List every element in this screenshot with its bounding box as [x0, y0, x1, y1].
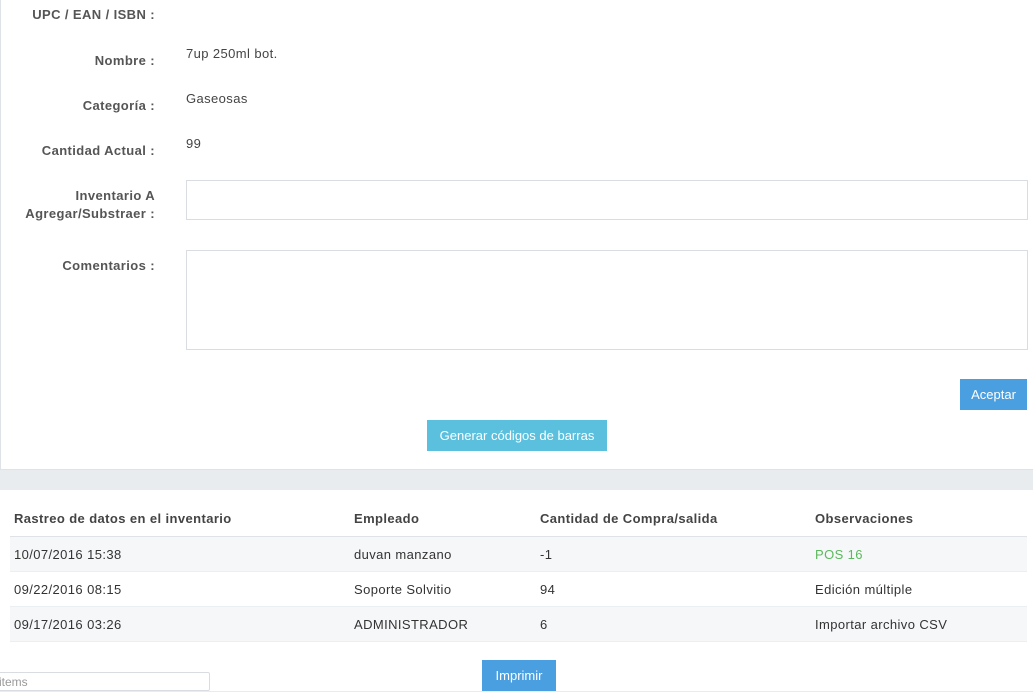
row-employee: Soporte Solvitio — [350, 571, 536, 607]
name-label: Nombre : — [94, 53, 155, 68]
current-quantity-value: 99 — [186, 136, 202, 151]
row-date: 09/22/2016 08:15 — [10, 571, 350, 607]
row-observation: Edición múltiple — [811, 571, 1027, 607]
table-header-row: Rastreo de datos en el inventario Emplea… — [10, 500, 1027, 537]
inventory-tracking-panel: Rastreo de datos en el inventario Emplea… — [0, 490, 1033, 691]
table-row: 09/17/2016 03:26 ADMINISTRADOR 6 Importa… — [10, 606, 1027, 642]
inventory-adjust-input[interactable] — [186, 180, 1028, 220]
print-button[interactable]: Imprimir — [482, 660, 556, 691]
row-quantity: 94 — [536, 571, 811, 607]
inventory-tracking-table: Rastreo de datos en el inventario Emplea… — [10, 500, 1027, 642]
generate-barcodes-button[interactable]: Generar códigos de barras — [427, 420, 607, 451]
column-header-observations: Observaciones — [811, 500, 1027, 537]
row-observation-link[interactable]: POS 16 — [811, 536, 1027, 572]
column-header-tracking: Rastreo de datos en el inventario — [10, 500, 350, 537]
row-employee: ADMINISTRADOR — [350, 606, 536, 642]
items-per-page-input[interactable]: items — [0, 672, 210, 691]
inventory-adjust-label-line2: Agregar/Substraer : — [25, 206, 155, 221]
column-header-employee: Empleado — [350, 500, 536, 537]
row-observation: Importar archivo CSV — [811, 606, 1027, 642]
comments-textarea[interactable] — [186, 250, 1028, 350]
table-row: 10/07/2016 15:38 duvan manzano -1 POS 16 — [10, 536, 1027, 572]
category-value: Gaseosas — [186, 91, 248, 106]
inventory-form-panel: UPC / EAN / ISBN : Nombre : 7up 250ml bo… — [0, 0, 1033, 470]
category-label: Categoría : — [82, 98, 155, 113]
inventory-adjust-label-line1: Inventario A — [75, 188, 155, 203]
name-value: 7up 250ml bot. — [186, 46, 278, 61]
upc-label: UPC / EAN / ISBN : — [32, 7, 155, 22]
row-quantity: 6 — [536, 606, 811, 642]
row-date: 10/07/2016 15:38 — [10, 536, 350, 572]
current-quantity-label: Cantidad Actual : — [41, 143, 155, 158]
row-employee: duvan manzano — [350, 536, 536, 572]
comments-label: Comentarios : — [62, 258, 155, 273]
inventory-adjust-label: Inventario A Agregar/Substraer : — [25, 187, 155, 223]
table-row: 09/22/2016 08:15 Soporte Solvitio 94 Edi… — [10, 571, 1027, 607]
column-header-quantity: Cantidad de Compra/salida — [536, 500, 811, 537]
accept-button[interactable]: Aceptar — [960, 379, 1027, 410]
row-quantity: -1 — [536, 536, 811, 572]
row-date: 09/17/2016 03:26 — [10, 606, 350, 642]
